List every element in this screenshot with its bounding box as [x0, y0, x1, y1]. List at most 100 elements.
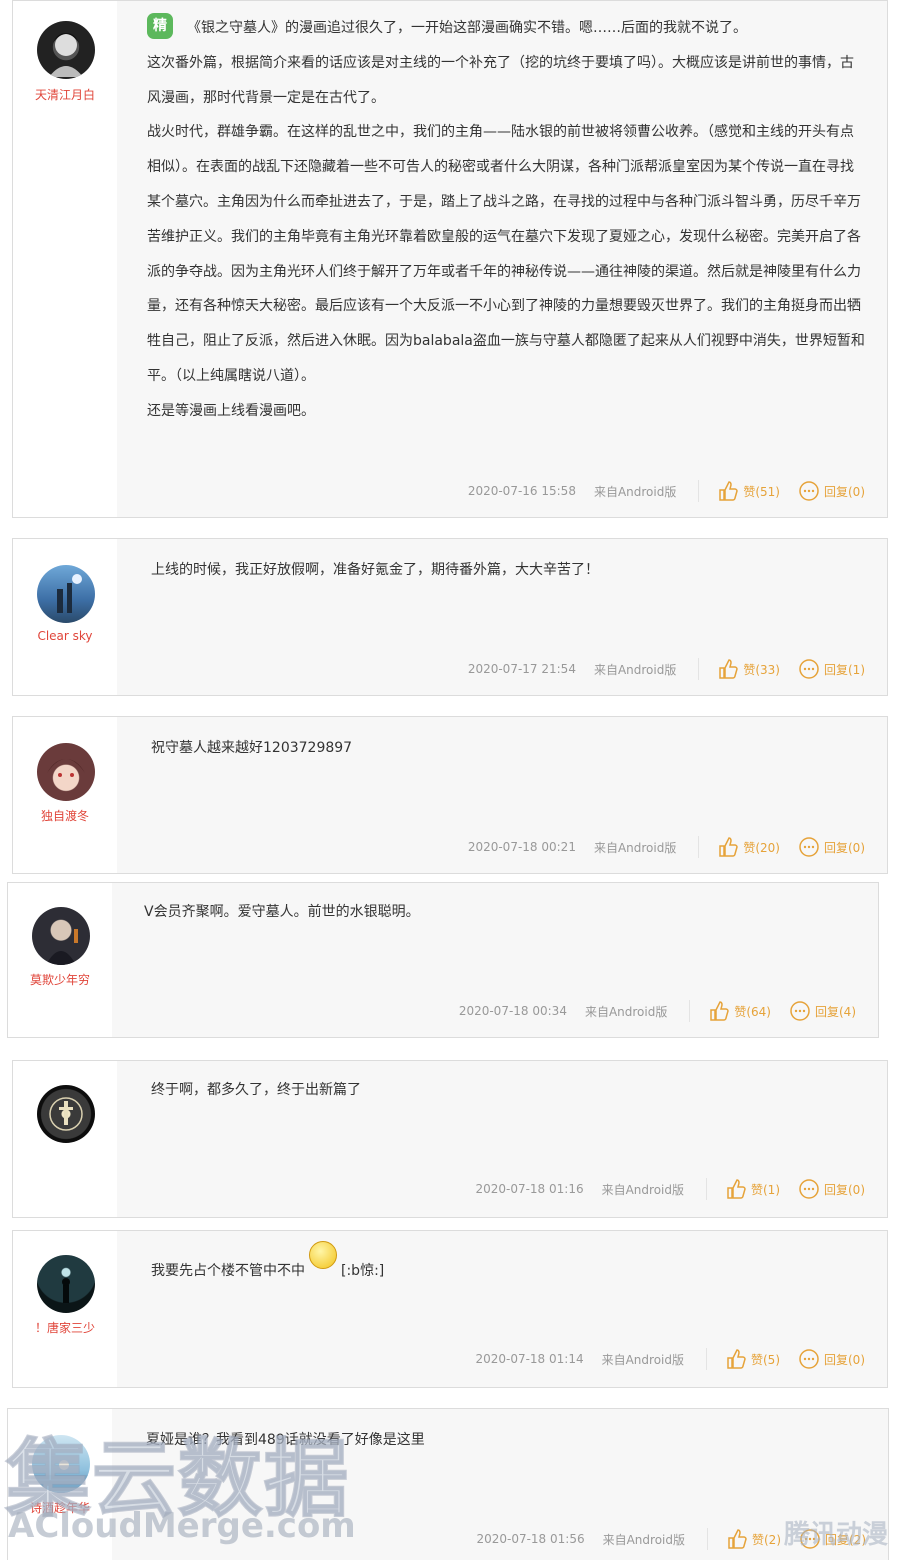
comment-paragraph: 上线的时候，我正好放假啊，准备好氪金了，期待番外篇，大大辛苦了！	[151, 562, 599, 578]
reply-button[interactable]: 回复(2)	[799, 1528, 866, 1550]
username[interactable]: Clear sky	[13, 629, 117, 643]
reply-bubble-icon	[790, 1001, 810, 1021]
comment-author	[13, 1061, 117, 1217]
emoji-code: [:b惊:]	[341, 1263, 385, 1279]
comment-time: 2020-07-18 00:34	[458, 1004, 567, 1018]
like-button[interactable]: 赞(64)	[708, 1000, 771, 1022]
comment-author: 天清江月白	[13, 1, 117, 517]
reply-count: 回复(2)	[825, 1532, 866, 1547]
comment-body: 夏娅是谁？我看到489话就没看了好像是这里	[146, 1423, 866, 1458]
comment-source: 来自Android版	[601, 1352, 684, 1367]
comment-paragraph: 夏娅是谁？我看到489话就没看了好像是这里	[146, 1432, 425, 1448]
comment-paragraph: 终于啊，都多久了，终于出新篇了	[151, 1082, 361, 1098]
comment-card: 终于啊，都多久了，终于出新篇了 2020-07-18 01:16 来自Andro…	[12, 1060, 888, 1218]
like-button[interactable]: 赞(5)	[725, 1348, 780, 1370]
divider	[698, 658, 700, 680]
like-count: 赞(51)	[743, 484, 780, 499]
smiley-icon	[309, 1241, 337, 1269]
comment-card: ！唐家三少 我要先占个楼不管中不中 [:b惊:] 2020-07-18 01:14…	[12, 1230, 888, 1388]
comment-time: 2020-07-18 00:21	[467, 840, 576, 854]
reply-button[interactable]: 回复(0)	[798, 1348, 865, 1370]
comment-content: V会员齐聚啊。爱守墓人。前世的水银聪明。 2020-07-18 00:34 来自…	[112, 883, 878, 1037]
comment-time: 2020-07-17 21:54	[467, 662, 576, 676]
essence-badge: 精	[147, 13, 173, 39]
comment-time: 2020-07-18 01:56	[476, 1532, 585, 1546]
comment-meta: 2020-07-16 15:58 来自Android版 赞(51) 回复(0)	[468, 479, 865, 503]
avatar[interactable]	[37, 1255, 95, 1313]
reply-button[interactable]: 回复(4)	[789, 1000, 856, 1022]
reply-button[interactable]: 回复(0)	[798, 836, 865, 858]
like-button[interactable]: 赞(51)	[717, 480, 780, 502]
comment-card: 独自渡冬 祝守墓人越来越好1203729897 2020-07-18 00:21…	[12, 716, 888, 874]
reply-button[interactable]: 回复(0)	[798, 480, 865, 502]
comment-content: 上线的时候，我正好放假啊，准备好氪金了，期待番外篇，大大辛苦了！ 2020-07…	[117, 539, 887, 695]
comment-author: Clear sky	[13, 539, 117, 695]
comment-author: 莫欺少年穷	[8, 883, 112, 1037]
comment-time: 2020-07-16 15:58	[467, 484, 576, 498]
comment-paragraph: 我要先占个楼不管中不中 [:b惊:]	[151, 1241, 865, 1289]
like-button[interactable]: 赞(2)	[726, 1528, 781, 1550]
avatar[interactable]	[32, 1435, 90, 1493]
like-count: 赞(1)	[751, 1182, 780, 1197]
thumbs-up-icon	[719, 481, 739, 501]
reply-bubble-icon	[799, 481, 819, 501]
divider	[707, 1528, 708, 1550]
divider	[706, 1178, 707, 1200]
comment-text: 《银之守墓人》的漫画追过很久了，一开始这部漫画确实不错。嗯……后面的我就不说了。	[187, 20, 747, 36]
like-count: 赞(64)	[734, 1004, 771, 1019]
reply-button[interactable]: 回复(0)	[798, 1178, 865, 1200]
username[interactable]: ！唐家三少	[13, 1319, 117, 1336]
like-count: 赞(5)	[751, 1352, 780, 1367]
avatar[interactable]	[32, 907, 90, 965]
avatar[interactable]	[37, 565, 95, 623]
username[interactable]: 天清江月白	[13, 86, 117, 103]
comment-source: 来自Android版	[601, 1182, 684, 1197]
comment-content: 终于啊，都多久了，终于出新篇了 2020-07-18 01:16 来自Andro…	[117, 1061, 887, 1217]
comment-time: 2020-07-18 01:16	[475, 1182, 584, 1196]
reply-count: 回复(0)	[824, 840, 865, 855]
comment-source: 来自Android版	[584, 1004, 668, 1019]
comment-body: 我要先占个楼不管中不中 [:b惊:]	[151, 1241, 865, 1289]
avatar[interactable]	[37, 1085, 95, 1143]
avatar[interactable]	[37, 743, 95, 801]
comment-meta: 2020-07-18 01:56 来自Android版 赞(2) 回复(2)	[476, 1527, 866, 1551]
like-button[interactable]: 赞(1)	[725, 1178, 780, 1200]
comment-paragraph: 精《银之守墓人》的漫画追过很久了，一开始这部漫画确实不错。嗯……后面的我就不说了…	[147, 11, 865, 46]
reply-button[interactable]: 回复(1)	[798, 658, 865, 680]
like-count: 赞(2)	[752, 1532, 781, 1547]
comment-meta: 2020-07-17 21:54 来自Android版 赞(33) 回复(1)	[468, 657, 865, 681]
comment-paragraph: 这次番外篇，根据简介来看的话应该是对主线的一个补充了（挖的坑终于要填了吗）。大概…	[147, 54, 854, 106]
like-button[interactable]: 赞(20)	[717, 836, 780, 858]
comment-source: 来自Android版	[593, 662, 677, 677]
reply-bubble-icon	[799, 659, 819, 679]
username[interactable]: 独自渡冬	[13, 807, 117, 824]
comment-source: 来自Android版	[593, 484, 677, 499]
like-button[interactable]: 赞(33)	[717, 658, 780, 680]
divider	[698, 836, 700, 858]
thumbs-up-icon	[719, 659, 739, 679]
username[interactable]: 莫欺少年穷	[8, 971, 112, 988]
thumbs-up-icon	[727, 1349, 746, 1369]
avatar[interactable]	[37, 21, 95, 79]
divider	[698, 480, 700, 502]
comment-source: 来自Android版	[602, 1532, 685, 1547]
comment-body: 精《银之守墓人》的漫画追过很久了，一开始这部漫画确实不错。嗯……后面的我就不说了…	[147, 11, 865, 429]
comment-content: 祝守墓人越来越好1203729897 2020-07-18 00:21 来自An…	[117, 717, 887, 873]
username[interactable]: 诗酒趁年华	[8, 1499, 112, 1516]
comment-time: 2020-07-18 01:14	[475, 1352, 584, 1366]
comment-paragraph: 还是等漫画上线看漫画吧。	[147, 402, 315, 419]
reply-bubble-icon	[799, 1349, 819, 1369]
comment-content: 我要先占个楼不管中不中 [:b惊:] 2020-07-18 01:14 来自And…	[117, 1231, 887, 1387]
reply-count: 回复(4)	[815, 1004, 856, 1019]
comment-meta: 2020-07-18 01:16 来自Android版 赞(1) 回复(0)	[475, 1177, 865, 1201]
comment-body: 终于啊，都多久了，终于出新篇了	[151, 1073, 865, 1108]
reply-bubble-icon	[799, 837, 819, 857]
thumbs-up-icon	[719, 837, 739, 857]
comment-author: 独自渡冬	[13, 717, 117, 873]
comment-meta: 2020-07-18 01:14 来自Android版 赞(5) 回复(0)	[475, 1347, 865, 1371]
comment-paragraph: V会员齐聚啊。爱守墓人。前世的水银聪明。	[144, 904, 420, 920]
comment-author: ！唐家三少	[13, 1231, 117, 1387]
comment-paragraph: 祝守墓人越来越好1203729897	[151, 740, 353, 756]
reply-count: 回复(0)	[824, 1352, 865, 1367]
reply-bubble-icon	[800, 1529, 820, 1549]
